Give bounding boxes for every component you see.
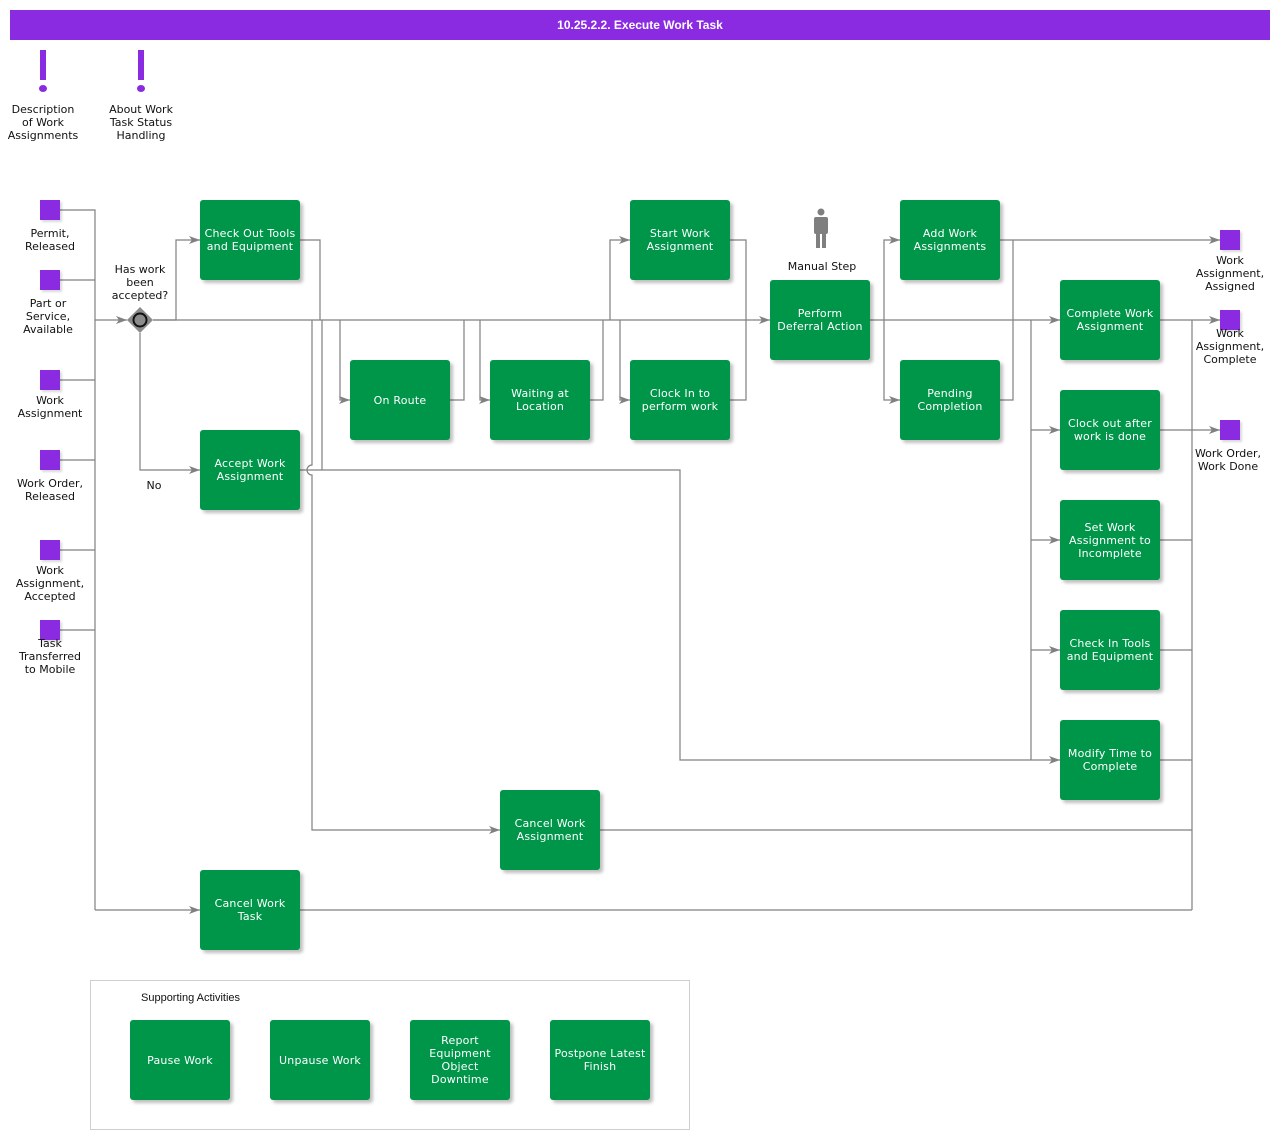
- task-clock-out[interactable]: Clock out after work is done: [1060, 390, 1160, 470]
- connector-check-out-tools-out: [300, 239, 321, 320]
- task-modify-time[interactable]: Modify Time to Complete: [1060, 720, 1160, 800]
- connector-to-waiting: [479, 320, 490, 404]
- task-perform-deferral-action[interactable]: Perform Deferral Action: [770, 280, 870, 360]
- task-label: Waiting at Location: [511, 387, 569, 413]
- task-complete-work-assignment[interactable]: Complete Work Assignment: [1060, 280, 1160, 360]
- task-on-route[interactable]: On Route: [350, 360, 450, 440]
- event-label: Part or Service, Available: [23, 297, 73, 336]
- task-set-incomplete[interactable]: Set Work Assignment to Incomplete: [1060, 500, 1160, 580]
- task-label: Report Equipment Object Downtime: [429, 1034, 491, 1086]
- task-label: Check Out Tools and Equipment: [204, 227, 296, 253]
- task-label: Pause Work: [147, 1053, 213, 1067]
- connector-to-clock-in: [619, 320, 630, 404]
- task-cancel-work-task[interactable]: Cancel Work Task: [200, 870, 300, 950]
- connector-to-start-work: [609, 236, 630, 320]
- task-check-in-tools[interactable]: Check In Tools and Equipment: [1060, 610, 1160, 690]
- supporting-activities-title: Supporting Activities: [141, 992, 241, 1004]
- diagram-title-bar: 10.25.2.2. Execute Work Task: [10, 10, 1270, 40]
- task-add-work-assignments[interactable]: Add Work Assignments: [900, 200, 1000, 280]
- task-label: Modify Time to Complete: [1067, 747, 1153, 773]
- connector-clock-in-out: [730, 320, 747, 401]
- task-label: Complete Work Assignment: [1066, 307, 1154, 333]
- event-work-assignment-assigned[interactable]: [1220, 230, 1240, 250]
- task-label: On Route: [373, 393, 427, 407]
- event-part-service-available[interactable]: [40, 270, 60, 290]
- connector-to-on-route: [339, 320, 350, 404]
- gateway-marker-icon: [132, 312, 148, 328]
- task-label: Cancel Work Assignment: [514, 817, 586, 843]
- event-label: Task Transferred to Mobile: [18, 637, 82, 676]
- task-postpone-latest-finish[interactable]: Postpone Latest Finish: [550, 1020, 650, 1100]
- event-label: Work Assignment, Accepted: [15, 564, 85, 603]
- task-label: Unpause Work: [279, 1053, 361, 1067]
- task-report-equipment-downtime[interactable]: Report Equipment Object Downtime: [410, 1020, 510, 1100]
- annotation-work-task-status[interactable]: About Work Task Status Handling: [96, 50, 186, 142]
- event-work-assignment[interactable]: [40, 370, 60, 390]
- event-work-order-released[interactable]: [40, 450, 60, 470]
- exclamation-icon: [136, 50, 146, 96]
- task-accept-work-assignment[interactable]: Accept Work Assignment: [200, 430, 300, 510]
- connector-to-pending: [883, 320, 900, 404]
- task-start-work-assignment[interactable]: Start Work Assignment: [630, 200, 730, 280]
- task-label: Check In Tools and Equipment: [1066, 637, 1154, 663]
- annotation-label: Description of Work Assignments: [7, 103, 79, 142]
- person-icon: [814, 208, 828, 248]
- task-label: Clock In to perform work: [641, 387, 719, 413]
- task-unpause-work[interactable]: Unpause Work: [270, 1020, 370, 1100]
- task-label: Accept Work Assignment: [214, 457, 286, 483]
- connector-start-work-out: [730, 239, 747, 320]
- task-label: Start Work Assignment: [646, 227, 714, 253]
- task-label: Add Work Assignments: [913, 227, 987, 253]
- task-label: Set Work Assignment to Incomplete: [1069, 520, 1151, 560]
- connector-waiting-out: [590, 320, 604, 401]
- gateway-diamond[interactable]: [127, 307, 153, 333]
- event-label: Permit, Released: [25, 227, 75, 253]
- event-work-assignment-accepted[interactable]: [40, 540, 60, 560]
- task-waiting-at-location[interactable]: Waiting at Location: [490, 360, 590, 440]
- task-label: Postpone Latest Finish: [554, 1047, 646, 1073]
- event-label: Work Assignment, Assigned: [1195, 254, 1265, 293]
- event-label: Work Assignment, Complete: [1195, 327, 1265, 366]
- event-label: Work Assignment: [17, 394, 83, 420]
- event-label: Work Order, Released: [16, 477, 84, 503]
- event-work-order-work-done[interactable]: [1220, 420, 1240, 440]
- task-pending-completion[interactable]: Pending Completion: [900, 360, 1000, 440]
- event-permit-released[interactable]: [40, 200, 60, 220]
- task-label: Pending Completion: [917, 387, 983, 413]
- task-clock-in[interactable]: Clock In to perform work: [630, 360, 730, 440]
- task-label: Cancel Work Task: [214, 897, 286, 923]
- connector-accept-wa-to-modify-time: [300, 469, 1060, 764]
- task-label: Perform Deferral Action: [777, 307, 863, 333]
- annotation-description-work-assignments[interactable]: Description of Work Assignments: [0, 50, 88, 142]
- exclamation-icon: [38, 50, 48, 96]
- event-label: Work Order, Work Done: [1194, 447, 1262, 473]
- task-check-out-tools[interactable]: Check Out Tools and Equipment: [200, 200, 300, 280]
- connector-gateway-no: [139, 333, 200, 474]
- gateway-no-label: No: [146, 479, 162, 492]
- manual-step-label: Manual Step: [787, 260, 857, 273]
- diagram-title: 10.25.2.2. Execute Work Task: [557, 18, 723, 32]
- process-diagram: 10.25.2.2. Execute Work Task Description…: [0, 0, 1280, 1140]
- connector-pending-out: [1000, 320, 1014, 401]
- task-pause-work[interactable]: Pause Work: [130, 1020, 230, 1100]
- connector-to-add-wa: [883, 236, 900, 320]
- task-cancel-work-assignment[interactable]: Cancel Work Assignment: [500, 790, 600, 870]
- connector-on-route-out: [450, 320, 465, 401]
- task-label: Clock out after work is done: [1068, 417, 1152, 443]
- gateway-question: Has work been accepted?: [111, 263, 169, 302]
- annotation-label: About Work Task Status Handling: [109, 103, 173, 142]
